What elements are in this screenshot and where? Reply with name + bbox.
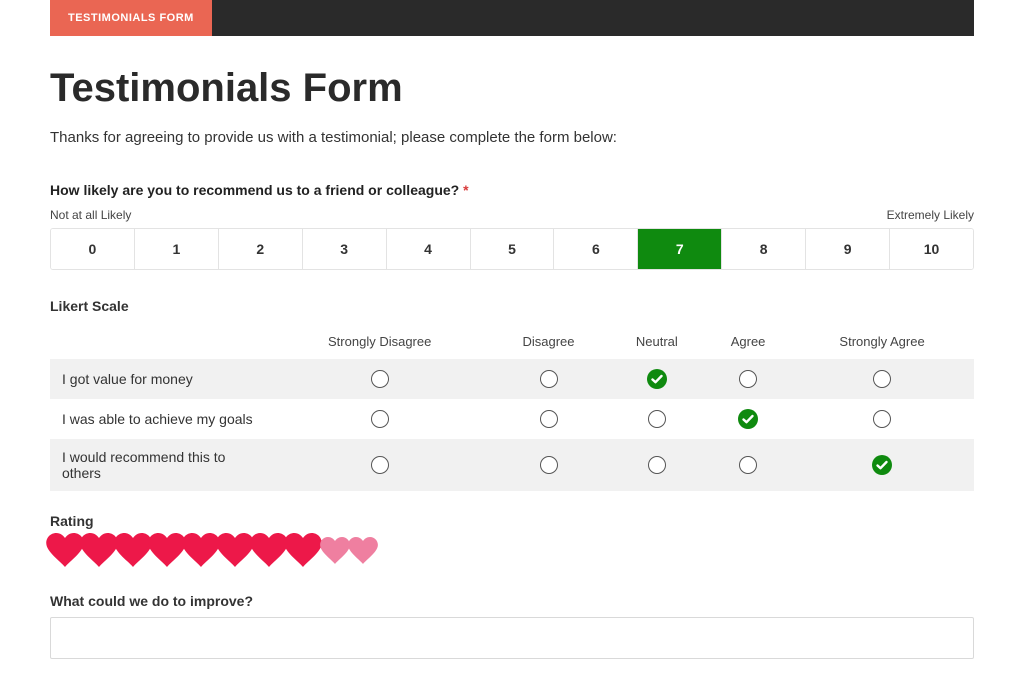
likert-cell: [790, 439, 974, 491]
likert-col-header: Neutral: [608, 328, 706, 359]
radio-unchecked[interactable]: [371, 370, 389, 388]
radio-unchecked[interactable]: [540, 456, 558, 474]
radio-unchecked[interactable]: [739, 456, 757, 474]
nps-option-5[interactable]: 5: [471, 229, 555, 269]
heart-filled-icon[interactable]: [80, 533, 118, 567]
nps-option-6[interactable]: 6: [554, 229, 638, 269]
likert-cell: [270, 359, 489, 399]
nps-option-8[interactable]: 8: [722, 229, 806, 269]
likert-table: Strongly DisagreeDisagreeNeutralAgreeStr…: [50, 328, 974, 491]
nps-low-label: Not at all Likely: [50, 208, 131, 222]
likert-row-label: I would recommend this to others: [50, 439, 270, 491]
intro-text: Thanks for agreeing to provide us with a…: [50, 129, 974, 146]
radio-checked-icon[interactable]: [647, 369, 667, 389]
radio-unchecked[interactable]: [873, 410, 891, 428]
likert-cell: [790, 399, 974, 439]
likert-cell: [489, 399, 607, 439]
nps-option-0[interactable]: 0: [51, 229, 135, 269]
heart-filled-icon[interactable]: [216, 533, 254, 567]
nps-option-7[interactable]: 7: [638, 229, 722, 269]
likert-cell: [270, 399, 489, 439]
radio-checked-icon[interactable]: [738, 409, 758, 429]
nps-option-3[interactable]: 3: [303, 229, 387, 269]
likert-cell: [608, 359, 706, 399]
heart-filled-icon[interactable]: [250, 533, 288, 567]
rating-label: Rating: [50, 513, 974, 529]
radio-checked-icon[interactable]: [872, 455, 892, 475]
likert-row-label: I got value for money: [50, 359, 270, 399]
rating-hearts: [46, 533, 974, 567]
likert-cell: [790, 359, 974, 399]
nps-option-1[interactable]: 1: [135, 229, 219, 269]
likert-cell: [489, 359, 607, 399]
radio-unchecked[interactable]: [648, 410, 666, 428]
likert-title: Likert Scale: [50, 298, 974, 314]
topbar-tab-testimonials[interactable]: TESTIMONIALS FORM: [50, 0, 212, 36]
heart-empty-icon[interactable]: [348, 537, 378, 564]
nps-scale: 012345678910: [50, 228, 974, 270]
likert-col-header: Disagree: [489, 328, 607, 359]
nps-question-text: How likely are you to recommend us to a …: [50, 182, 459, 198]
likert-cell: [608, 439, 706, 491]
radio-unchecked[interactable]: [371, 456, 389, 474]
nps-option-2[interactable]: 2: [219, 229, 303, 269]
improve-label: What could we do to improve?: [50, 593, 974, 609]
page-content: Testimonials Form Thanks for agreeing to…: [0, 36, 1024, 684]
nps-end-labels: Not at all Likely Extremely Likely: [50, 208, 974, 222]
radio-unchecked[interactable]: [648, 456, 666, 474]
nps-option-9[interactable]: 9: [806, 229, 890, 269]
radio-unchecked[interactable]: [371, 410, 389, 428]
likert-cell: [489, 439, 607, 491]
likert-cell: [608, 399, 706, 439]
likert-cell: [706, 399, 790, 439]
heart-filled-icon[interactable]: [182, 533, 220, 567]
nps-high-label: Extremely Likely: [887, 208, 974, 222]
likert-cell: [706, 359, 790, 399]
heart-filled-icon[interactable]: [114, 533, 152, 567]
radio-unchecked[interactable]: [739, 370, 757, 388]
heart-filled-icon[interactable]: [148, 533, 186, 567]
page-title: Testimonials Form: [50, 66, 974, 111]
nps-option-4[interactable]: 4: [387, 229, 471, 269]
nps-question-label: How likely are you to recommend us to a …: [50, 182, 974, 198]
heart-filled-icon[interactable]: [46, 533, 84, 567]
heart-filled-icon[interactable]: [284, 533, 322, 567]
radio-unchecked[interactable]: [873, 370, 891, 388]
improve-textarea[interactable]: [50, 617, 974, 659]
likert-cell: [270, 439, 489, 491]
likert-col-header: Strongly Agree: [790, 328, 974, 359]
likert-col-header: Agree: [706, 328, 790, 359]
likert-cell: [706, 439, 790, 491]
required-mark: *: [463, 182, 468, 198]
likert-col-header: Strongly Disagree: [270, 328, 489, 359]
top-bar: TESTIMONIALS FORM: [50, 0, 974, 36]
likert-header-blank: [50, 328, 270, 359]
radio-unchecked[interactable]: [540, 370, 558, 388]
nps-option-10[interactable]: 10: [890, 229, 973, 269]
radio-unchecked[interactable]: [540, 410, 558, 428]
heart-empty-icon[interactable]: [320, 537, 350, 564]
likert-row-label: I was able to achieve my goals: [50, 399, 270, 439]
